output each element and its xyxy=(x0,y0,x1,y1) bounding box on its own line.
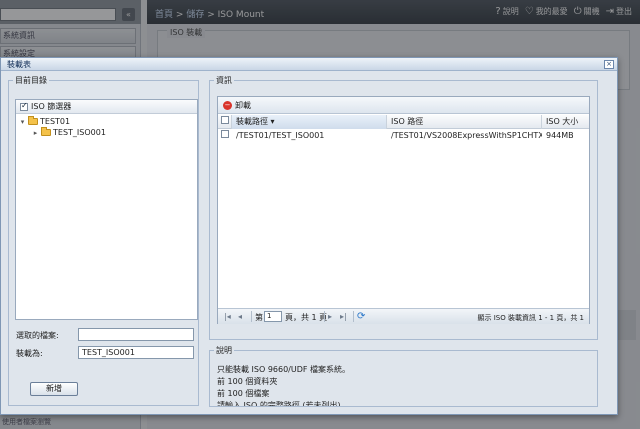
close-icon[interactable]: × xyxy=(604,60,614,69)
description-line: 前 100 個資料夾 xyxy=(217,377,278,386)
tree-node-test01[interactable]: ▾ TEST01 xyxy=(19,116,71,126)
row-checkbox[interactable] xyxy=(221,130,229,138)
info-legend: 資訊 xyxy=(214,75,234,86)
next-page-icon[interactable]: ▸ xyxy=(328,312,332,321)
iso-filter-header[interactable]: ISO 篩選器 xyxy=(16,100,197,114)
mount-grid: − 卸載 裝載路徑 ▾ ISO 路徑 ISO 大小 /TEST01/TEST_I… xyxy=(217,96,590,324)
pager-status: 顯示 ISO 裝載資訊 1 - 1 頁，共 1 xyxy=(477,314,584,322)
grid-toolbar: − 卸載 xyxy=(218,97,589,114)
unmount-button[interactable]: 卸載 xyxy=(235,100,251,111)
description-line: 前 100 個檔案 xyxy=(217,389,270,398)
first-page-icon[interactable]: |◂ xyxy=(224,312,231,321)
selected-file-label: 選取的檔案: xyxy=(16,331,59,340)
description-line: 只能裝載 ISO 9660/UDF 檔案系統。 xyxy=(217,365,351,374)
cell-iso-size: 944MB xyxy=(546,131,574,140)
description-line: 請輸入 ISO 的完整路徑 (若未列出)。 xyxy=(217,401,349,406)
new-button[interactable]: 新增 xyxy=(30,382,78,396)
column-header-iso-size[interactable]: ISO 大小 xyxy=(542,115,589,129)
mount-as-label: 裝載為: xyxy=(16,349,43,358)
row-select-cell[interactable] xyxy=(218,130,232,143)
expand-arrow-icon[interactable]: ▸ xyxy=(32,129,39,137)
grid-header: 裝載路徑 ▾ ISO 路徑 ISO 大小 xyxy=(218,115,589,129)
mount-as-field[interactable]: TEST_ISO001 xyxy=(78,346,194,359)
directory-tree: ISO 篩選器 ▾ TEST01 ▸ TEST_ISO001 xyxy=(15,99,198,320)
tree-node-label: TEST_ISO001 xyxy=(53,128,106,137)
cell-mount-path: /TEST01/TEST_ISO001 xyxy=(236,131,325,140)
tree-node-test-iso001[interactable]: ▸ TEST_ISO001 xyxy=(32,127,106,137)
page-prefix-label: 第 xyxy=(255,313,263,322)
mount-table-dialog: 裝載表 × 目前目錄 ISO 篩選器 ▾ TEST01 ▸ TEST_ISO00… xyxy=(0,57,618,415)
folder-icon xyxy=(28,116,38,125)
page-number-input[interactable]: 1 xyxy=(264,311,282,322)
description-legend: 說明 xyxy=(214,345,234,356)
last-page-icon[interactable]: ▸| xyxy=(340,312,347,321)
tree-node-label: TEST01 xyxy=(40,117,71,126)
selected-file-field[interactable] xyxy=(78,328,194,341)
table-row[interactable]: /TEST01/TEST_ISO001 /TEST01/VS2008Expres… xyxy=(218,130,589,143)
dialog-title: 裝載表 xyxy=(1,58,617,71)
refresh-icon[interactable]: ⟳ xyxy=(357,311,365,322)
unmount-icon[interactable]: − xyxy=(223,100,232,110)
select-all-checkbox[interactable] xyxy=(221,116,229,124)
pager-separator xyxy=(353,311,354,322)
pager-separator xyxy=(324,311,325,322)
current-directory-legend: 目前目錄 xyxy=(13,75,49,86)
grid-pager: |◂ ◂ 第 1 頁，共 1 頁 ▸ ▸| ⟳ 顯示 ISO 裝載資訊 1 - … xyxy=(218,308,589,324)
pager-separator xyxy=(251,311,252,322)
collapse-arrow-icon[interactable]: ▾ xyxy=(19,118,26,126)
iso-filter-checkbox[interactable] xyxy=(20,101,28,111)
column-header-mount-path[interactable]: 裝載路徑 ▾ xyxy=(232,115,387,129)
folder-icon xyxy=(41,127,51,136)
cell-iso-path: /TEST01/VS2008ExpressWithSP1CHTX... xyxy=(391,131,542,140)
column-header-iso-path[interactable]: ISO 路徑 xyxy=(387,115,542,129)
select-all-cell[interactable] xyxy=(218,115,232,129)
page-count-label: 頁，共 1 頁 xyxy=(285,313,328,322)
iso-filter-label: ISO 篩選器 xyxy=(31,102,72,111)
prev-page-icon[interactable]: ◂ xyxy=(238,312,242,321)
